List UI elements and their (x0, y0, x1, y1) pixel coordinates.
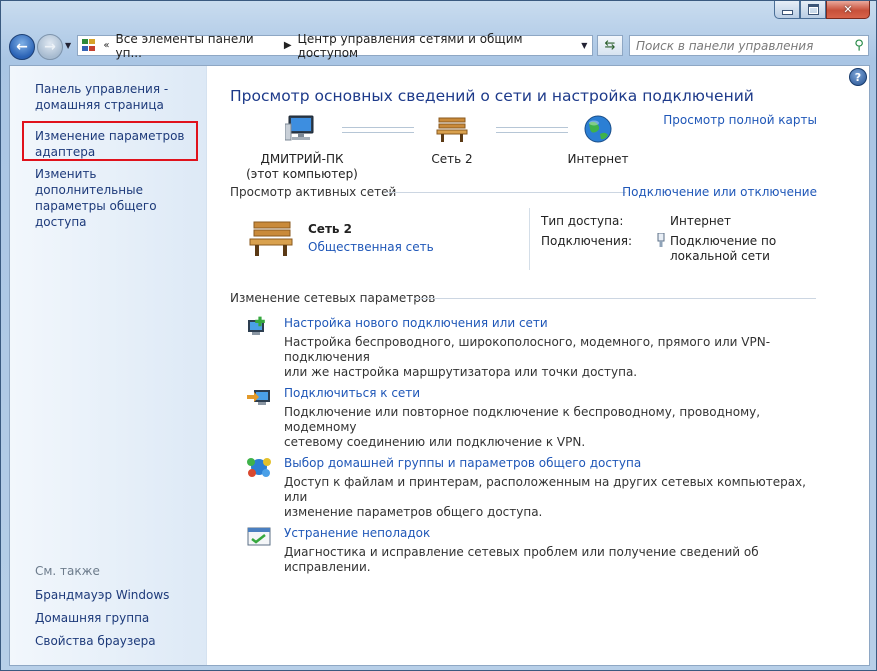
breadcrumb-all-items[interactable]: Все элементы панели уп... (116, 32, 278, 60)
connect-disconnect-link[interactable]: Подключение или отключение (622, 185, 817, 199)
active-network-name: Сеть 2 (308, 222, 353, 236)
network-name: Сеть 2 (431, 152, 473, 166)
network-map: ДМИТРИЙ-ПК (этот компьютер) Сеть 2 Интер… (206, 106, 869, 181)
arrow-left-icon: ← (16, 39, 28, 55)
sidebar-item-adapter-settings[interactable]: Изменение параметров адаптера (35, 128, 185, 160)
troubleshoot-icon (247, 527, 271, 546)
connections-label: Подключения: (541, 234, 633, 248)
address-bar[interactable]: « Все элементы панели уп... ▶ Центр упра… (77, 32, 593, 60)
sidebar: Панель управления - домашняя страница Из… (10, 66, 207, 665)
network-type-link[interactable]: Общественная сеть (308, 240, 434, 254)
arrow-right-icon: → (44, 39, 56, 55)
task-description: Диагностика и исправление сетевых пробле… (284, 545, 759, 574)
vertical-divider (529, 208, 530, 270)
task-description: Настройка беспроводного, широкополосного… (284, 335, 771, 379)
close-button[interactable]: ✕ (826, 1, 870, 19)
task-description: Доступ к файлам и принтерам, расположенн… (284, 475, 806, 519)
maximize-icon (807, 4, 819, 15)
map-connection-line (342, 127, 414, 133)
task-troubleshoot-link[interactable]: Устранение неполадок (284, 526, 430, 540)
bench-network-icon (436, 117, 468, 142)
sidebar-item-advanced-sharing[interactable]: Изменить дополнительные параметры общего… (35, 166, 206, 230)
control-panel-icon (82, 38, 97, 53)
sidebar-item-homegroup[interactable]: Домашняя группа (35, 610, 149, 626)
control-panel-window: ✕ ← → ▼ « Все элементы панели уп... ▶ Це… (0, 0, 877, 671)
page-title: Просмотр основных сведений о сети и наст… (230, 87, 754, 105)
sidebar-item-firewall[interactable]: Брандмауэр Windows (35, 587, 169, 603)
new-connection-icon (248, 316, 265, 335)
refresh-icon: ⇆ (604, 38, 616, 53)
globe-icon (584, 115, 612, 143)
connect-network-icon (247, 390, 270, 405)
see-also-title: См. также (35, 564, 100, 578)
minimize-icon (781, 10, 793, 15)
map-node-network[interactable]: Сеть 2 (422, 114, 482, 167)
maximize-button[interactable] (800, 1, 826, 19)
computer-icon (284, 115, 314, 141)
back-button[interactable]: ← (9, 34, 35, 60)
sidebar-item-control-panel-home[interactable]: Панель управления - домашняя страница (35, 81, 168, 113)
search-input[interactable] (630, 37, 850, 54)
section-divider (414, 298, 816, 299)
task-new-connection-link[interactable]: Настройка нового подключения или сети (284, 316, 548, 330)
map-node-internet[interactable]: Интернет (566, 114, 630, 167)
recent-pages-dropdown[interactable]: ▼ (65, 41, 71, 50)
main-panel: ? Просмотр основных сведений о сети и на… (206, 66, 869, 665)
close-icon: ✕ (843, 3, 853, 16)
ethernet-icon (657, 233, 665, 247)
minimize-button[interactable] (774, 1, 800, 19)
chevron-left-icon[interactable]: « (103, 40, 109, 51)
search-box: ⚲ (629, 35, 869, 56)
address-dropdown[interactable]: ▼ (577, 41, 592, 50)
content-area: Панель управления - домашняя страница Из… (9, 65, 870, 666)
breadcrumb-separator-icon[interactable]: ▶ (284, 40, 292, 51)
local-connection-link[interactable]: Подключение по локальной сети (670, 234, 776, 264)
active-networks-heading: Просмотр активных сетей (230, 185, 397, 199)
map-connection-line (496, 127, 568, 133)
computer-name: ДМИТРИЙ-ПК (260, 152, 344, 166)
section-divider (386, 192, 626, 193)
window-controls: ✕ (774, 1, 870, 21)
help-icon[interactable]: ? (849, 68, 867, 86)
internet-label: Интернет (567, 152, 629, 166)
change-settings-heading: Изменение сетевых параметров (230, 291, 436, 305)
computer-subtitle: (этот компьютер) (246, 167, 358, 181)
access-type-value: Интернет (670, 214, 732, 228)
homegroup-icon (247, 458, 271, 477)
refresh-button[interactable]: ⇆ (597, 35, 623, 56)
breadcrumb-network-center[interactable]: Центр управления сетями и общим доступом (298, 32, 577, 60)
sidebar-item-browser-properties[interactable]: Свойства браузера (35, 633, 156, 649)
task-homegroup-link[interactable]: Выбор домашней группы и параметров общег… (284, 456, 641, 470)
task-description: Подключение или повторное подключение к … (284, 405, 761, 449)
bench-network-icon (249, 221, 293, 256)
task-connect-network-link[interactable]: Подключиться к сети (284, 386, 420, 400)
navigation-bar: ← → ▼ « Все элементы панели уп... ▶ Цент… (1, 29, 876, 63)
search-icon[interactable]: ⚲ (850, 38, 868, 53)
forward-button[interactable]: → (37, 34, 63, 60)
access-type-label: Тип доступа: (541, 214, 624, 228)
map-node-computer[interactable]: ДМИТРИЙ-ПК (этот компьютер) (246, 114, 358, 182)
